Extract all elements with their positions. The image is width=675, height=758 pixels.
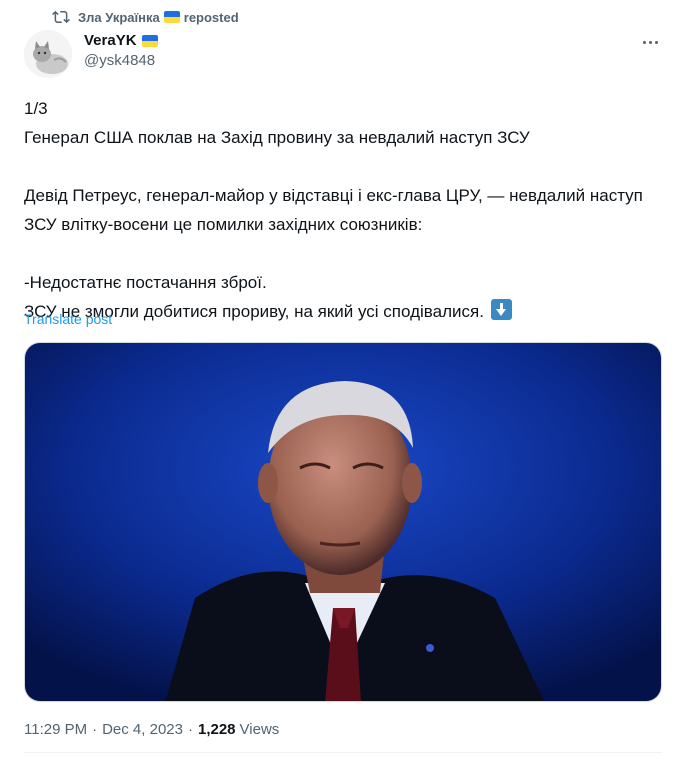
views-count: 1,228 bbox=[197, 721, 236, 738]
post-paragraph: 1/3 Генерал США поклав на Захід провину … bbox=[24, 99, 530, 147]
meta-separator: · bbox=[92, 721, 98, 738]
down-arrow-emoji-icon bbox=[490, 299, 512, 320]
post-date[interactable]: Dec 4, 2023 bbox=[102, 721, 183, 738]
more-options-button[interactable] bbox=[638, 32, 662, 52]
ukraine-flag-icon bbox=[141, 34, 158, 47]
repost-text[interactable]: Зла Українка reposted bbox=[78, 10, 239, 25]
post-text: 1/3 Генерал США поклав на Захід провину … bbox=[24, 94, 654, 326]
post-paragraph: -Недостатнє постачання зброї. ЗСУ не змо… bbox=[24, 268, 654, 326]
post-time[interactable]: 11:29 PM bbox=[24, 721, 87, 738]
translate-post-link[interactable]: Translate post bbox=[24, 311, 112, 327]
divider bbox=[24, 752, 662, 753]
author-block: VeraYK @ysk4848 bbox=[84, 32, 158, 69]
repost-icon bbox=[52, 10, 70, 24]
meta-separator: · bbox=[187, 721, 193, 738]
ukraine-flag-icon bbox=[163, 11, 180, 23]
more-options-icon bbox=[642, 40, 646, 44]
paragraph-spacer bbox=[24, 239, 654, 268]
repost-label: reposted bbox=[183, 9, 239, 25]
portrait-photo bbox=[25, 343, 661, 701]
cat-avatar-image bbox=[24, 30, 72, 78]
post-paragraph: Девід Петреус, генерал-майор у відставці… bbox=[24, 186, 648, 234]
post-image[interactable] bbox=[24, 342, 662, 702]
views-label: Views bbox=[239, 721, 280, 738]
post-meta: 11:29 PM · Dec 4, 2023 · 1,228 Views bbox=[24, 721, 279, 738]
avatar[interactable] bbox=[24, 30, 72, 78]
repost-header: Зла Українка reposted bbox=[52, 8, 239, 26]
reposter-name[interactable]: Зла Українка bbox=[78, 10, 160, 25]
author-name[interactable]: VeraYK bbox=[84, 32, 137, 49]
author-handle[interactable]: @ysk4848 bbox=[84, 52, 158, 69]
paragraph-spacer bbox=[24, 152, 654, 181]
